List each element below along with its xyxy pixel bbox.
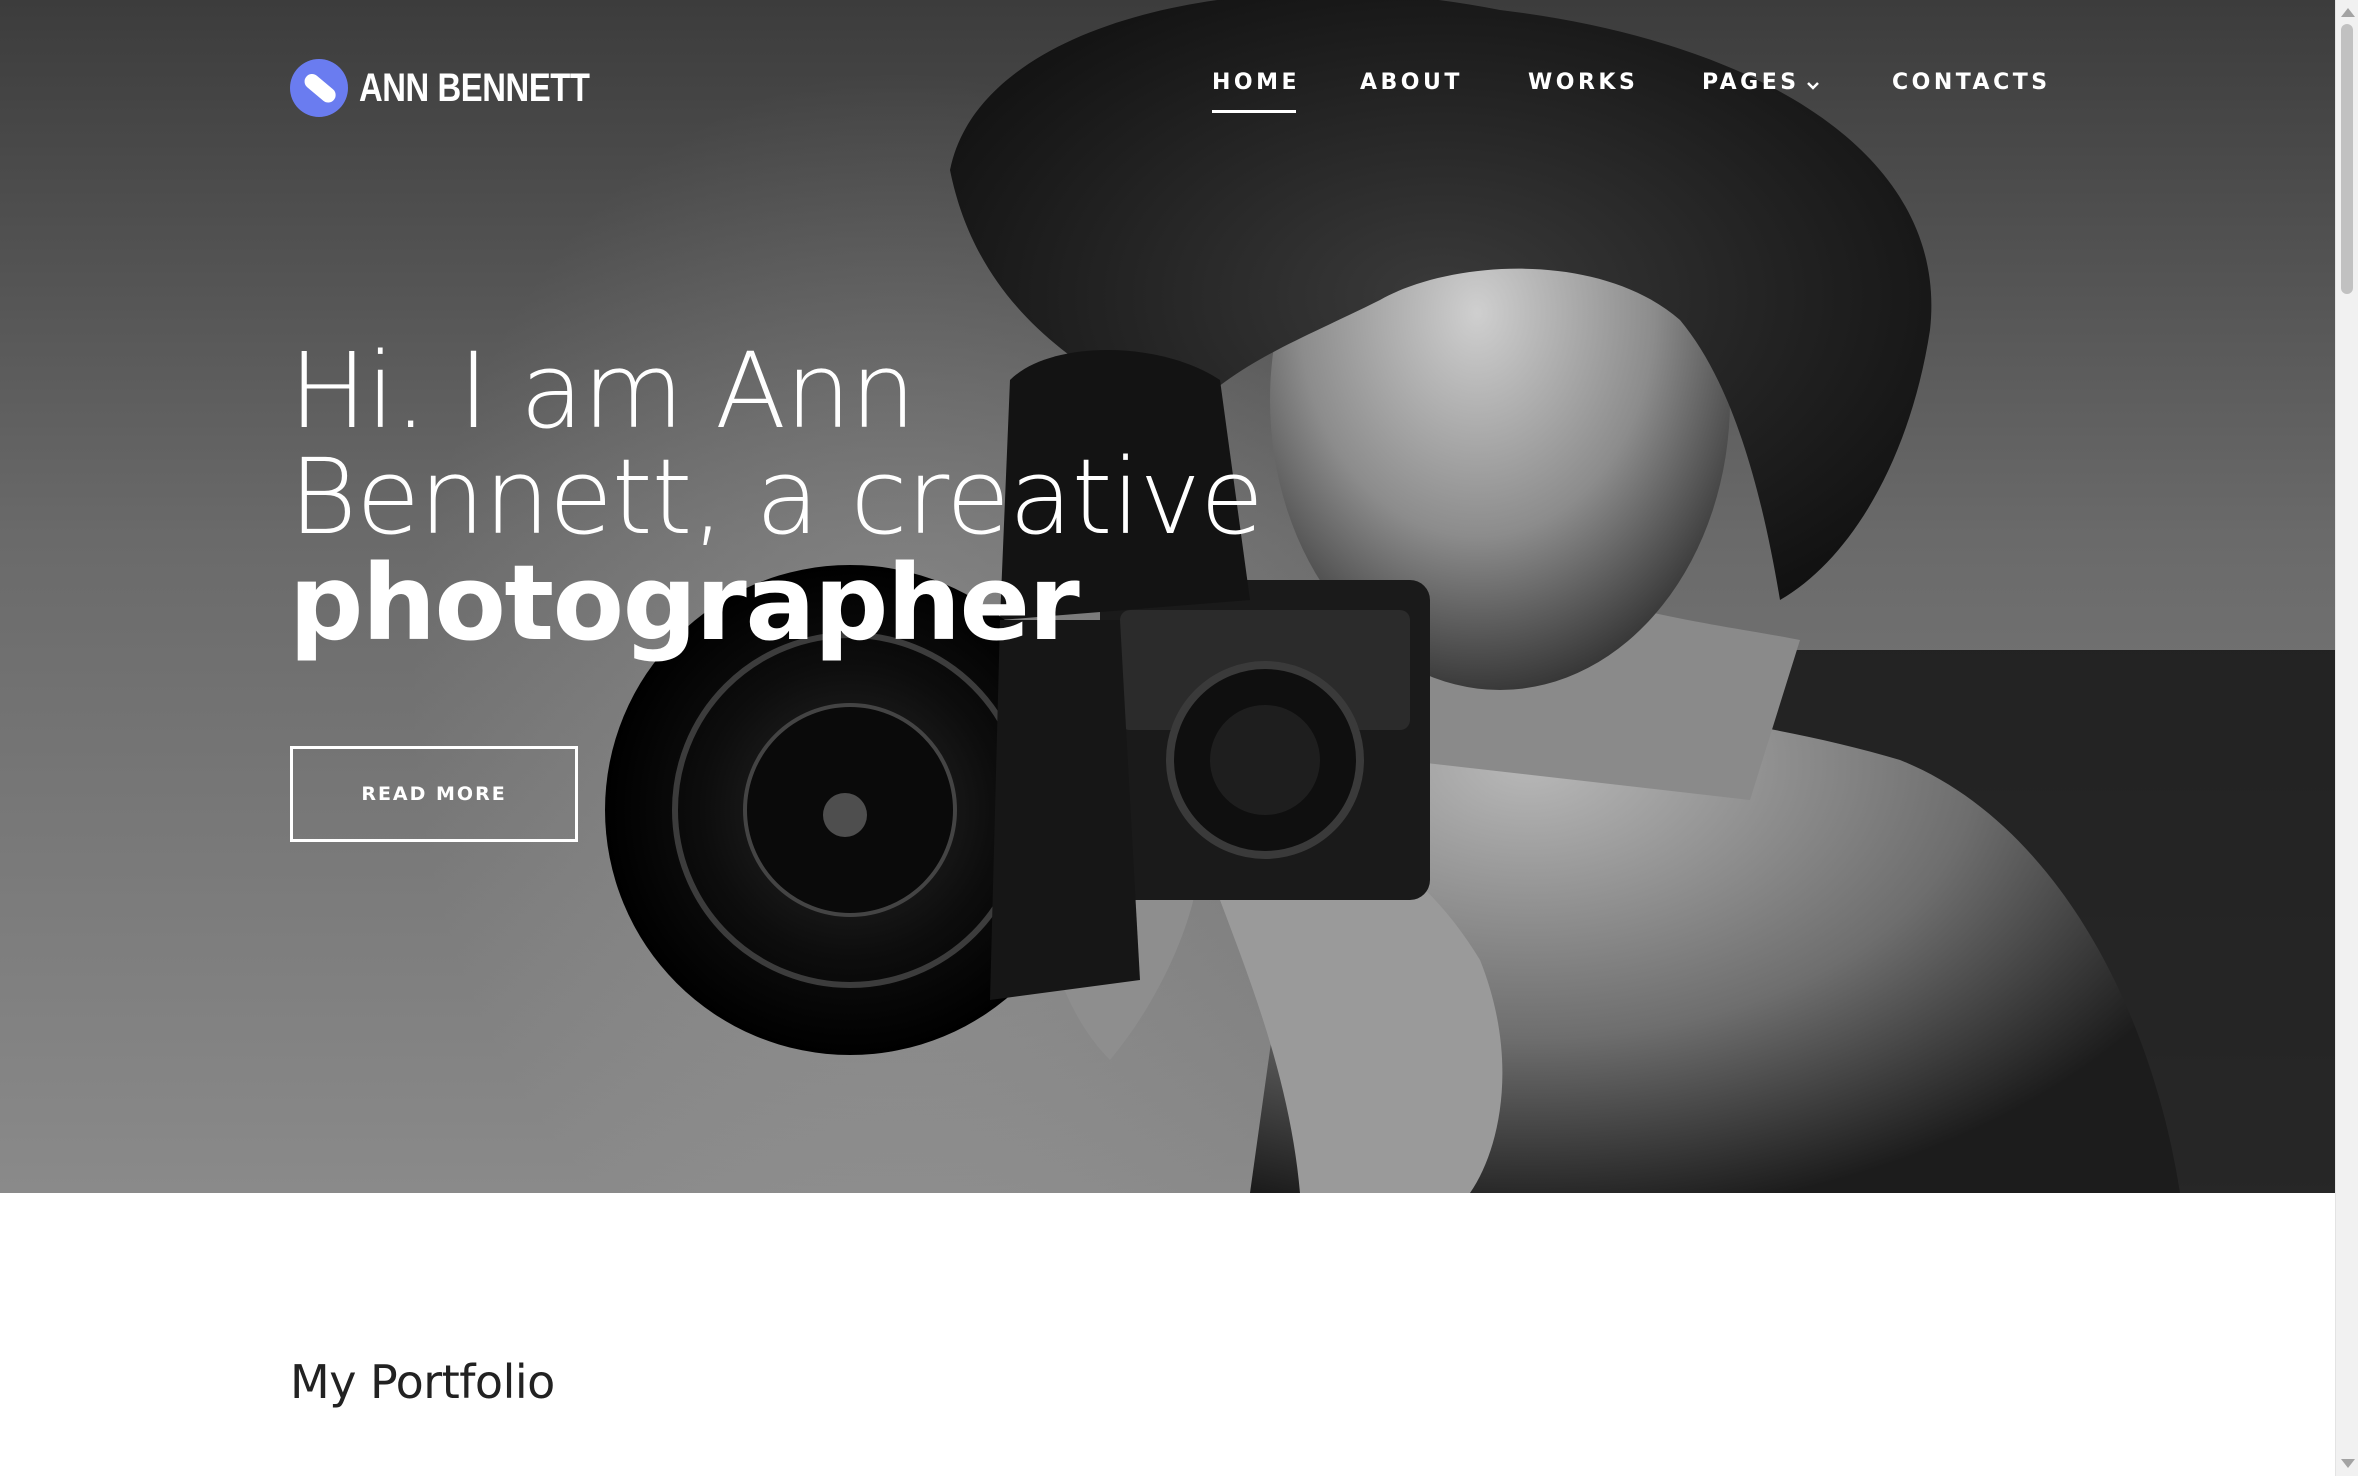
nav-item-label: PAGES — [1702, 70, 1800, 95]
hero-section: ANN BENNETT HOME ABOUT WORKS PAGES CONTA… — [0, 0, 2335, 1193]
read-more-button[interactable]: READ MORE — [290, 746, 578, 842]
nav-item-contacts[interactable]: CONTACTS — [1892, 70, 2051, 95]
hero-headline: Hi. I am Ann Bennett, a creative photogr… — [289, 338, 1389, 656]
scroll-down-arrow-icon[interactable] — [2341, 1459, 2355, 1468]
portfolio-title: My Portfolio — [290, 1355, 555, 1409]
logo-text: ANN BENNETT — [359, 65, 590, 110]
nav-item-pages[interactable]: PAGES — [1702, 70, 1820, 95]
nav-item-label: WORKS — [1528, 70, 1639, 95]
nav-item-works[interactable]: WORKS — [1528, 70, 1638, 95]
logo[interactable]: ANN BENNETT — [289, 58, 640, 118]
nav-item-label: HOME — [1212, 70, 1301, 95]
nav-item-about[interactable]: ABOUT — [1360, 70, 1463, 95]
scrollbar[interactable] — [2335, 0, 2358, 1476]
hero-line-2: Bennett, a creative — [289, 436, 1264, 558]
hero-line-3: photographer — [289, 542, 1080, 664]
scrollbar-thumb[interactable] — [2341, 24, 2353, 294]
scroll-up-arrow-icon[interactable] — [2341, 8, 2355, 17]
nav-item-label: CONTACTS — [1892, 70, 2051, 95]
page: ANN BENNETT HOME ABOUT WORKS PAGES CONTA… — [0, 0, 2358, 1476]
nav-item-home[interactable]: HOME — [1212, 70, 1301, 113]
logo-icon — [289, 58, 349, 118]
chevron-down-icon — [1806, 74, 1820, 90]
hero-line-1: Hi. I am Ann — [289, 330, 916, 452]
nav-item-label: ABOUT — [1360, 70, 1463, 95]
